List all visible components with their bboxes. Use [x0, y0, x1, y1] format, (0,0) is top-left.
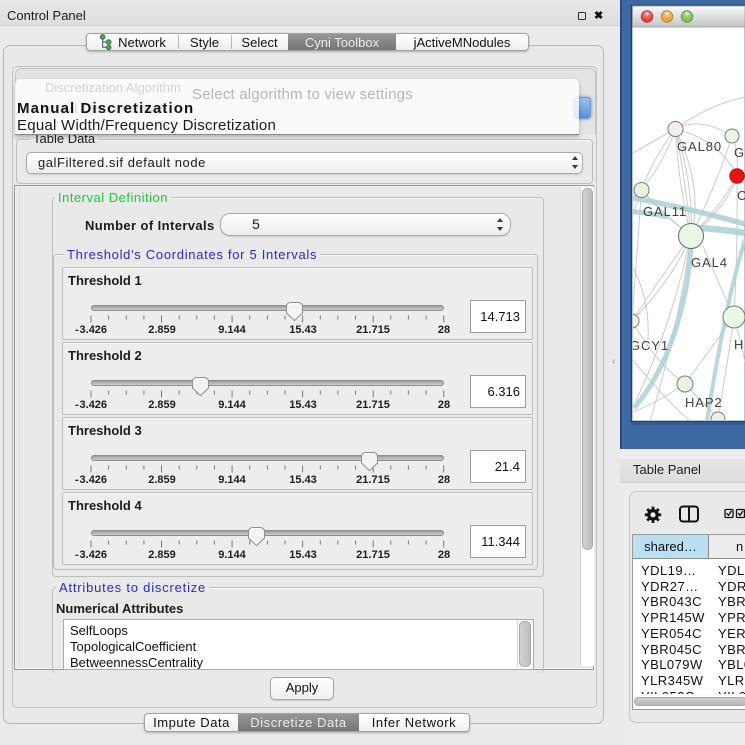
- svg-text:GAL4: GAL4: [691, 255, 728, 270]
- svg-text:GAL11: GAL11: [643, 204, 687, 219]
- svg-text:H: H: [734, 337, 744, 352]
- svg-text:C: C: [737, 188, 745, 203]
- svg-text:GAL80: GAL80: [677, 139, 722, 154]
- svg-text:GCY1: GCY1: [630, 338, 669, 353]
- svg-text:HAP2: HAP2: [685, 395, 723, 410]
- svg-text:GA: GA: [734, 145, 745, 160]
